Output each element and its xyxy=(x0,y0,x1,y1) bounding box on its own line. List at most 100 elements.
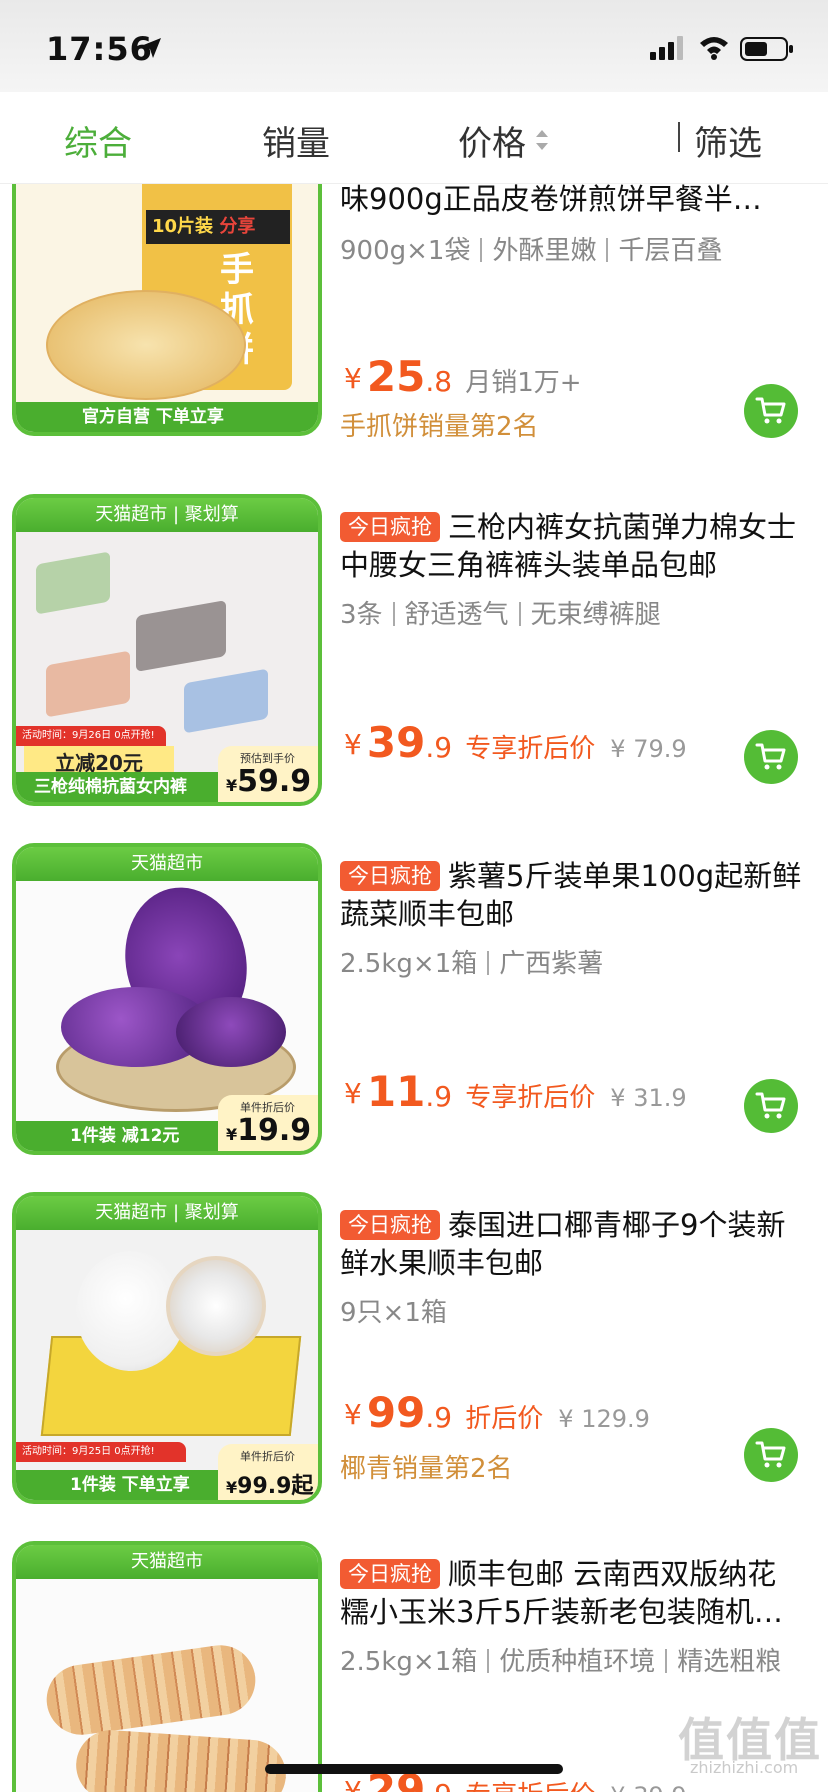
product-photo xyxy=(136,600,226,672)
product-tags: 900g×1袋 外酥里嫩 千层百叠 xyxy=(340,230,723,267)
add-to-cart-button[interactable] xyxy=(744,730,798,784)
price-decimal: .9 xyxy=(425,1778,452,1792)
tab-price[interactable]: 价格 xyxy=(458,116,526,165)
product-card[interactable]: 10片装 分享 手抓饼 官方自营 下单立享 味900g正品皮卷饼煎饼早餐半… 9… xyxy=(0,184,828,486)
product-photo xyxy=(42,1640,260,1740)
original-price: ¥ 129.9 xyxy=(558,1405,650,1433)
hot-sale-badge: 今日疯抢 xyxy=(340,861,440,891)
price-row: ¥ 99.9 折后价 ¥ 129.9 xyxy=(344,1388,650,1437)
thumb-header: 天猫超市 | 聚划算 xyxy=(16,1196,318,1230)
add-to-cart-button[interactable] xyxy=(744,1428,798,1482)
product-title[interactable]: 今日疯抢 三枪内裤女抗菌弹力棉女士中腰女三角裤裤头装单品包邮 xyxy=(340,508,802,584)
hot-sale-badge: 今日疯抢 xyxy=(340,512,440,542)
product-card[interactable]: 天猫超市 | 聚划算 活动时间：9月25日 0点开抢! 1件装 下单立享 单件折… xyxy=(0,1192,828,1512)
product-title[interactable]: 味900g正品皮卷饼煎饼早餐半… xyxy=(340,184,802,218)
price-currency: ¥ xyxy=(344,1775,362,1792)
product-list: 10片装 分享 手抓饼 官方自营 下单立享 味900g正品皮卷饼煎饼早餐半… 9… xyxy=(0,184,828,1792)
product-tags: 2.5kg×1箱 优质种植环境 精选粗粮 xyxy=(340,1641,781,1678)
product-photo xyxy=(166,1256,266,1356)
tag: 外酥里嫩 xyxy=(492,236,597,266)
status-time: 17:56 xyxy=(46,30,153,68)
price-currency: ¥ xyxy=(344,362,362,395)
signal-icon xyxy=(650,36,683,60)
status-bar: 17:56 xyxy=(0,0,828,92)
product-photo xyxy=(46,650,130,718)
tag: 900g×1袋 xyxy=(340,236,471,266)
cart-icon xyxy=(755,1441,786,1468)
product-photo xyxy=(184,668,268,734)
original-price: ¥ 79.9 xyxy=(610,735,687,763)
home-indicator[interactable] xyxy=(265,1764,563,1774)
price-decimal: .9 xyxy=(425,1401,453,1434)
price-decimal: .8 xyxy=(425,365,453,398)
sales-rank[interactable]: 椰青销量第2名 xyxy=(340,1448,513,1485)
price-integer: 39 xyxy=(366,718,426,767)
thumb-price: ¥99.9起 xyxy=(226,1474,314,1499)
bag-label-band: 10片装 分享 xyxy=(146,210,290,244)
add-to-cart-button[interactable] xyxy=(744,384,798,438)
tag: 优质种植环境 xyxy=(499,1647,656,1677)
thumb-price: ¥59.9 xyxy=(226,764,312,799)
product-title[interactable]: 今日疯抢 顺丰包邮 云南西双版纳花糯小玉米3斤5斤装新老包装随机… xyxy=(340,1555,802,1631)
price-note: 专享折后价 xyxy=(465,1083,596,1113)
tag: 2.5kg×1箱 xyxy=(340,949,478,979)
tag: 9只×1箱 xyxy=(340,1298,447,1328)
price-integer: 11 xyxy=(366,1067,426,1116)
cart-icon xyxy=(755,743,786,770)
filter-divider xyxy=(678,122,680,152)
promo-time: 活动时间：9月25日 0点开抢! xyxy=(16,1442,186,1462)
thumb-price-box: 单件折后价 ¥19.9 xyxy=(218,1095,318,1151)
product-image[interactable]: 天猫超市 xyxy=(12,1541,322,1792)
price-currency: ¥ xyxy=(344,728,362,761)
product-card[interactable]: 天猫超市 1件装 减12元 单件折后价 ¥19.9 今日疯抢 紫薯5斤装单果100… xyxy=(0,843,828,1163)
thumb-price-tag: 单件折后价 xyxy=(240,1450,295,1463)
monthly-sales: 月销1万+ xyxy=(465,368,582,398)
product-image[interactable]: 天猫超市 | 聚划算 活动时间：9月26日 0点开抢! 立减20元 三枪纯棉抗菌… xyxy=(12,494,322,806)
price-note: 折后价 xyxy=(465,1404,544,1434)
original-price: ¥ 31.9 xyxy=(610,1084,687,1112)
product-photo xyxy=(176,997,286,1067)
product-title[interactable]: 今日疯抢 泰国进口椰青椰子9个装新鲜水果顺丰包邮 xyxy=(340,1206,802,1282)
watermark-site: zhizhizhi.com xyxy=(690,1758,799,1777)
price-row: ¥ 39.9 专享折后价 ¥ 79.9 xyxy=(344,718,687,767)
tag: 2.5kg×1箱 xyxy=(340,1647,478,1677)
product-photo xyxy=(36,551,110,615)
add-to-cart-button[interactable] xyxy=(744,1079,798,1133)
thumb-header: 天猫超市 xyxy=(16,847,318,881)
sort-bar: 综合 销量 价格 筛选 xyxy=(0,92,828,184)
price-currency: ¥ xyxy=(344,1077,362,1110)
price-decimal: .9 xyxy=(425,1080,453,1113)
hot-sale-badge: 今日疯抢 xyxy=(340,1210,440,1240)
price-row: ¥ 11.9 专享折后价 ¥ 31.9 xyxy=(344,1067,687,1116)
tag: 3条 xyxy=(340,600,383,630)
flatbread-image xyxy=(46,290,246,400)
promo-time: 活动时间：9月26日 0点开抢! xyxy=(16,726,166,746)
hot-sale-badge: 今日疯抢 xyxy=(340,1559,440,1589)
product-image[interactable]: 10片装 分享 手抓饼 官方自营 下单立享 xyxy=(12,184,322,436)
thumb-header: 天猫超市 | 聚划算 xyxy=(16,498,318,532)
tab-composite[interactable]: 综合 xyxy=(64,116,132,165)
cart-icon xyxy=(755,1092,786,1119)
product-title[interactable]: 今日疯抢 紫薯5斤装单果100g起新鲜蔬菜顺丰包邮 xyxy=(340,857,802,933)
tab-sales[interactable]: 销量 xyxy=(262,116,330,165)
thumb-price-box: 单件折后价 ¥99.9起 xyxy=(218,1444,318,1500)
thumb-header: 天猫超市 xyxy=(16,1545,318,1579)
price-row: ¥ 25.8 月销1万+ xyxy=(344,352,582,401)
tag: 无束缚裤腿 xyxy=(530,600,661,630)
product-photo xyxy=(73,1727,289,1792)
wifi-icon xyxy=(700,37,728,60)
product-card[interactable]: 天猫超市 | 聚划算 活动时间：9月26日 0点开抢! 立减20元 三枪纯棉抗菌… xyxy=(0,494,828,814)
sort-arrows-icon xyxy=(536,130,548,150)
product-image[interactable]: 天猫超市 1件装 减12元 单件折后价 ¥19.9 xyxy=(12,843,322,1155)
sales-rank[interactable]: 手抓饼销量第2名 xyxy=(340,406,539,443)
tag: 千层百叠 xyxy=(618,236,723,266)
tag: 广西紫薯 xyxy=(499,949,604,979)
price-integer: 25 xyxy=(366,352,426,401)
thumb-footer: 官方自营 下单立享 xyxy=(16,402,318,432)
price-note: 专享折后价 xyxy=(465,734,596,764)
price-note: 专享折后价 xyxy=(465,1781,595,1792)
location-arrow-icon xyxy=(141,38,161,58)
cart-icon xyxy=(755,397,786,424)
product-image[interactable]: 天猫超市 | 聚划算 活动时间：9月25日 0点开抢! 1件装 下单立享 单件折… xyxy=(12,1192,322,1504)
tab-filter[interactable]: 筛选 xyxy=(694,116,762,165)
